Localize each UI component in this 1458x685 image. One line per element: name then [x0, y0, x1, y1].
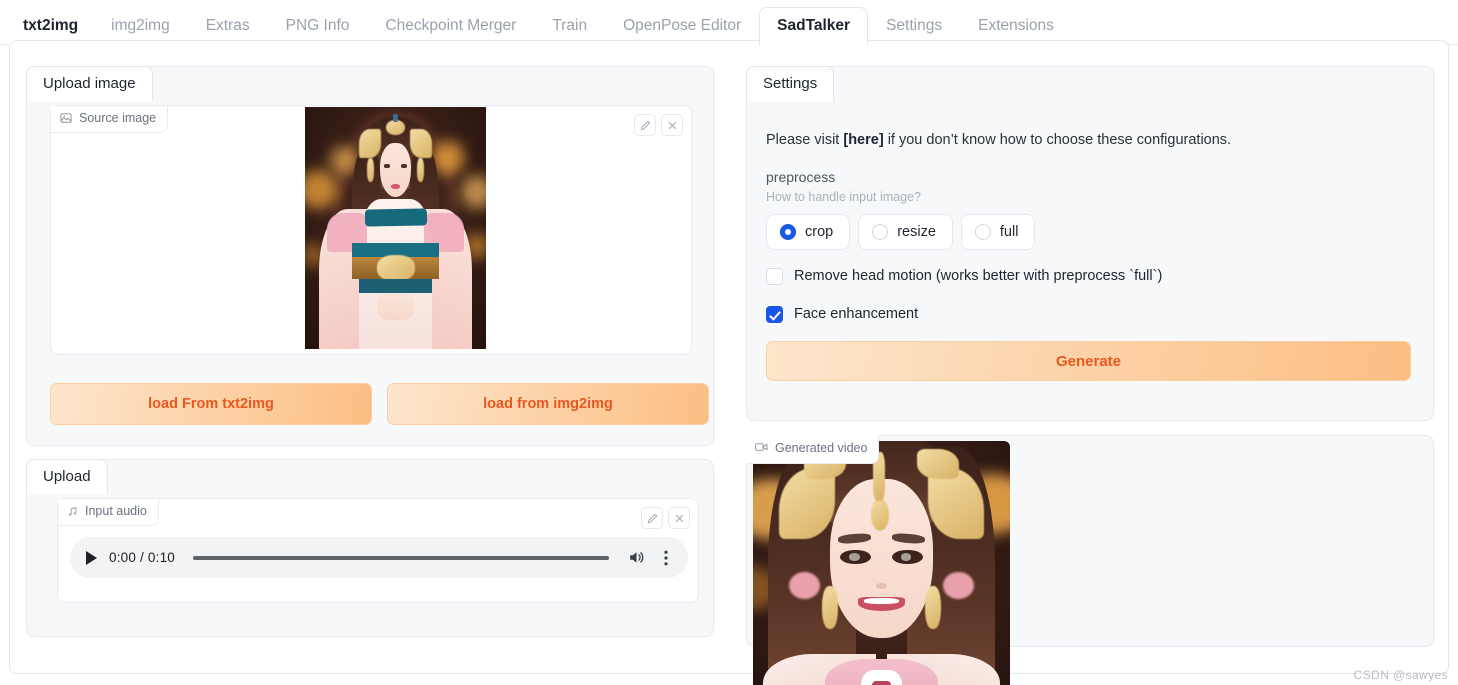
more-options-button[interactable] — [658, 549, 674, 567]
pencil-icon — [640, 120, 651, 131]
settings-panel: Settings Please visit [here] if you don’… — [746, 66, 1434, 421]
source-image-field[interactable]: Source image — [50, 105, 692, 355]
intro-prefix: Please visit — [766, 132, 844, 148]
settings-tabrow: Settings — [746, 66, 835, 101]
image-icon — [60, 112, 72, 124]
input-audio-label: Input audio — [85, 504, 147, 518]
radio-dot-icon — [780, 224, 796, 240]
generated-video-preview[interactable] — [753, 441, 1010, 685]
upload-image-tabrow: Upload image — [26, 66, 153, 101]
checkbox-label-remove-head-motion: Remove head motion (works better with pr… — [794, 268, 1163, 285]
audio-time-display: 0:00 / 0:10 — [109, 550, 176, 565]
generated-video-panel — [746, 435, 1434, 685]
load-from-img2img-label: load from img2img — [483, 396, 613, 412]
checkbox-icon — [766, 268, 783, 285]
checkbox-label-face-enhancement: Face enhancement — [794, 306, 919, 323]
upload-audio-tabrow: Upload — [26, 459, 108, 494]
input-audio-field[interactable]: Input audio 0:00 / 0:10 — [57, 498, 699, 603]
generated-portrait-art — [753, 441, 1010, 685]
radio-preprocess-resize[interactable]: resize — [858, 214, 953, 250]
close-icon — [667, 120, 678, 131]
checkbox-face-enhancement[interactable]: Face enhancement — [766, 306, 918, 323]
preprocess-hint: How to handle input image? — [766, 190, 921, 204]
radio-label-crop: crop — [805, 223, 834, 240]
close-icon — [674, 513, 685, 524]
generate-button-label: Generate — [1055, 352, 1122, 370]
source-image-preview[interactable] — [305, 107, 486, 349]
intro-suffix: if you don’t know how to choose these co… — [883, 132, 1232, 148]
clear-input-audio-button[interactable] — [668, 507, 690, 529]
tab-upload-audio[interactable]: Upload — [26, 459, 108, 494]
source-image-tools — [634, 114, 683, 136]
tab-upload-image[interactable]: Upload image — [26, 66, 153, 101]
source-image-label-tag: Source image — [51, 106, 169, 133]
tab-sadtalker-settings[interactable]: Settings — [746, 66, 835, 101]
edit-source-image-button[interactable] — [634, 114, 656, 136]
volume-button[interactable] — [627, 548, 646, 567]
radio-dot-icon — [974, 224, 991, 240]
load-from-img2img-button[interactable]: load from img2img — [387, 383, 709, 425]
checkbox-remove-head-motion[interactable]: Remove head motion (works better with pr… — [766, 268, 1162, 285]
generate-button[interactable]: Generate — [766, 341, 1411, 381]
upload-image-panel: Upload image Source image load From txt2… — [26, 66, 714, 446]
sadtalker-content-frame: Upload image Source image load From txt2… — [9, 40, 1450, 685]
checkbox-icon — [766, 306, 783, 323]
here-link[interactable]: [here] — [843, 132, 883, 148]
pencil-icon — [647, 513, 658, 524]
generated-video-label: Generated video — [775, 441, 868, 455]
radio-dot-icon — [872, 224, 889, 240]
preprocess-label: preprocess — [766, 169, 836, 185]
preprocess-radio-group: crop resize full — [766, 214, 1036, 250]
input-audio-tools — [641, 507, 690, 529]
play-button[interactable] — [86, 550, 97, 565]
generated-video-label-tag: Generated video — [746, 435, 880, 464]
load-from-txt2img-button[interactable]: load From txt2img — [50, 383, 372, 425]
columns-container: Upload image Source image load From txt2… — [10, 41, 1450, 685]
load-from-txt2img-label: load From txt2img — [148, 396, 274, 412]
radio-preprocess-full[interactable]: full — [960, 214, 1036, 250]
upload-audio-panel: Upload Input audio 0:00 / 0:10 — [26, 459, 714, 637]
input-audio-label-tag: Input audio — [58, 499, 159, 526]
radio-preprocess-crop[interactable]: crop — [766, 214, 851, 250]
source-image-label: Source image — [79, 111, 157, 125]
audio-progress-bar[interactable] — [193, 555, 609, 560]
watermark-text: CSDN @sawyes — [1353, 668, 1448, 682]
audio-player: 0:00 / 0:10 — [70, 537, 688, 578]
clear-source-image-button[interactable] — [661, 114, 683, 136]
source-portrait-art — [305, 107, 486, 349]
edit-input-audio-button[interactable] — [641, 507, 663, 529]
sadtalker-app: txt2img img2img Extras PNG Info Checkpoi… — [0, 0, 1458, 685]
settings-body: Please visit [here] if you don’t know ho… — [747, 106, 1433, 420]
tab-sadtalker[interactable]: SadTalker — [759, 6, 869, 46]
radio-label-resize: resize — [897, 223, 936, 240]
video-camera-icon — [755, 441, 768, 456]
settings-intro-text: Please visit [here] if you don’t know ho… — [766, 132, 1231, 148]
music-note-icon — [67, 506, 78, 517]
radio-label-full: full — [999, 223, 1019, 240]
main-tab-bar: txt2img img2img Extras PNG Info Checkpoi… — [0, 0, 1458, 46]
